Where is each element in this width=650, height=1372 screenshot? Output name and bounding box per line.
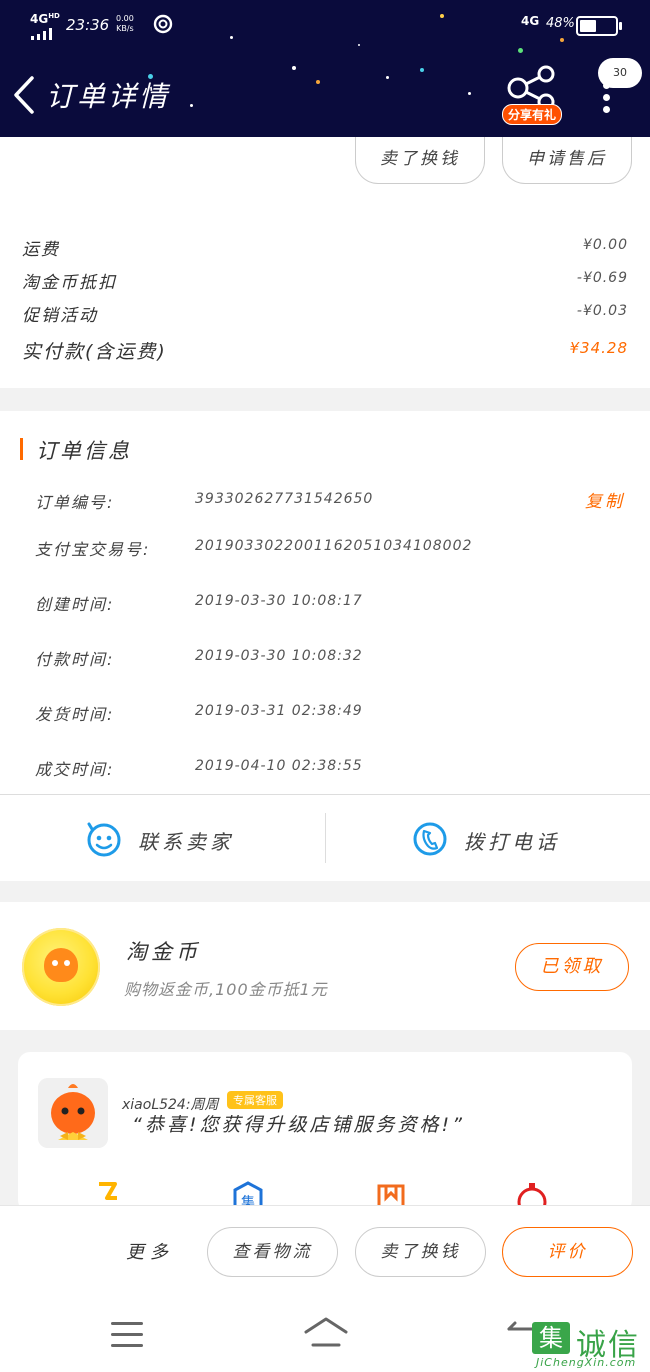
shipped-time-row: 发货时间: 2019-03-31 02:38:49 — [35, 701, 630, 725]
mascot-avatar-icon — [38, 1078, 108, 1148]
taojinbi-card: 淘金币 购物返金币,100金币抵1元 已领取 — [0, 902, 650, 1030]
signal-icon — [31, 28, 57, 40]
sell-for-cash-button[interactable]: 卖了换钱 — [355, 1227, 486, 1277]
info-value: 2019-03-30 10:08:17 — [195, 593, 363, 609]
total-paid-row: 实付款(含运费) ¥34.28 — [22, 337, 628, 363]
watermark-url: JiChengXin.com — [536, 1356, 637, 1369]
after-sale-button[interactable]: 申请售后 — [502, 137, 632, 184]
info-key: 成交时间: — [35, 760, 115, 779]
info-key: 订单编号: — [35, 493, 115, 512]
more-actions-button[interactable]: 更多 — [126, 1238, 174, 1264]
coin-title: 淘金币 — [126, 940, 201, 964]
order-info-card: 订单信息 订单编号: 393302627731542650 复制 支付宝交易号:… — [0, 411, 650, 881]
fee-label: 淘金币抵扣 — [22, 273, 117, 293]
sell-for-cash-button[interactable]: 卖了换钱 — [355, 137, 485, 184]
info-key: 发货时间: — [35, 705, 115, 724]
section-accent-bar — [20, 438, 23, 460]
clock: 23:36 — [66, 16, 110, 34]
app-header: 4GHD 23:36 0.00 KB/s 4G 48% 订单详情 分享有礼 30 — [0, 0, 650, 137]
app-notification-icon — [153, 14, 173, 34]
info-value: 2019-03-30 10:08:32 — [195, 648, 363, 664]
coin-claimed-button[interactable]: 已领取 — [515, 943, 629, 991]
fee-row-coin-discount: 淘金币抵扣 -¥0.69 — [22, 268, 628, 293]
fee-row-shipping: 运费 ¥0.00 — [22, 235, 628, 260]
star-decoration — [292, 66, 296, 70]
battery-icon — [576, 16, 622, 36]
info-key: 创建时间: — [35, 595, 115, 614]
page-title: 订单详情 — [46, 80, 171, 113]
info-key: 付款时间: — [35, 650, 115, 669]
section-title: 订单信息 — [36, 439, 132, 463]
star-decoration — [468, 92, 471, 95]
completed-time-row: 成交时间: 2019-04-10 02:38:55 — [35, 756, 630, 780]
info-value: 393302627731542650 — [195, 491, 374, 507]
home-icon[interactable] — [303, 1315, 349, 1349]
menu-icon[interactable] — [111, 1322, 143, 1348]
contact-seller-button[interactable]: 联系卖家 — [86, 811, 386, 867]
info-key: 支付宝交易号: — [35, 540, 151, 559]
coin-subtitle: 购物返金币,100金币抵1元 — [124, 980, 328, 999]
network-label-right: 4G — [521, 14, 540, 28]
fee-value: -¥0.03 — [576, 303, 628, 319]
star-decoration — [386, 76, 389, 79]
back-button[interactable] — [8, 74, 42, 116]
total-value: ¥34.28 — [569, 339, 628, 357]
star-decoration — [190, 104, 193, 107]
info-value: 2019-03-31 02:38:49 — [195, 703, 363, 719]
exclusive-service-badge: 专属客服 — [227, 1091, 283, 1109]
total-label: 实付款(含运费) — [22, 341, 167, 363]
paid-time-row: 付款时间: 2019-03-30 10:08:32 — [35, 646, 630, 670]
divider — [0, 794, 650, 795]
star-decoration — [358, 44, 360, 46]
fee-label: 运费 — [22, 240, 60, 260]
star-decoration — [420, 68, 424, 72]
gold-coin-icon — [22, 928, 100, 1006]
star-decoration — [316, 80, 320, 84]
bottom-action-bar: 更多 查看物流 卖了换钱 评价 — [0, 1205, 650, 1297]
network-label: 4GHD — [30, 12, 60, 26]
alipay-trade-row: 支付宝交易号: 2019033022001162051034108002 — [35, 536, 630, 560]
fee-value: -¥0.69 — [576, 270, 628, 286]
order-number-row: 订单编号: 393302627731542650 复制 — [35, 489, 630, 513]
fee-row-promotion: 促销活动 -¥0.03 — [22, 301, 628, 326]
chat-face-icon — [87, 822, 121, 857]
contact-seller-label: 联系卖家 — [138, 830, 234, 854]
fee-value: ¥0.00 — [582, 237, 628, 253]
review-button[interactable]: 评价 — [502, 1227, 633, 1277]
view-logistics-button[interactable]: 查看物流 — [207, 1227, 338, 1277]
avatar[interactable] — [38, 1078, 108, 1148]
payment-summary-card: 卖了换钱 申请售后 运费 ¥0.00 淘金币抵扣 -¥0.69 促销活动 -¥0… — [0, 137, 650, 388]
network-speed: 0.00 KB/s — [116, 14, 134, 33]
info-value: 2019033022001162051034108002 — [195, 538, 473, 554]
info-value: 2019-04-10 02:38:55 — [195, 758, 363, 774]
battery-percent: 48% — [546, 16, 575, 31]
coin-mascot-face — [44, 948, 78, 982]
call-phone-button[interactable]: 拨打电话 — [412, 811, 650, 867]
share-gift-label[interactable]: 分享有礼 — [502, 104, 563, 125]
call-phone-label: 拨打电话 — [464, 830, 560, 854]
phone-icon — [413, 822, 447, 856]
status-bar: 4GHD 23:36 0.00 KB/s 4G 48% — [0, 10, 650, 40]
service-upgrade-card: xiaoL524:周周 专属客服 “恭喜!您获得升级店铺服务资格!” 集 — [18, 1052, 632, 1212]
fee-label: 促销活动 — [22, 306, 98, 326]
watermark: 集 诚信 JiChengXin.com — [532, 1322, 648, 1370]
star-decoration — [518, 48, 523, 53]
service-message: “恭喜!您获得升级店铺服务资格!” — [132, 1114, 465, 1136]
message-count-badge[interactable]: 30 — [598, 58, 642, 88]
created-time-row: 创建时间: 2019-03-30 10:08:17 — [35, 591, 630, 615]
copy-button[interactable]: 复制 — [585, 487, 625, 512]
watermark-logo: 集 — [532, 1322, 570, 1354]
